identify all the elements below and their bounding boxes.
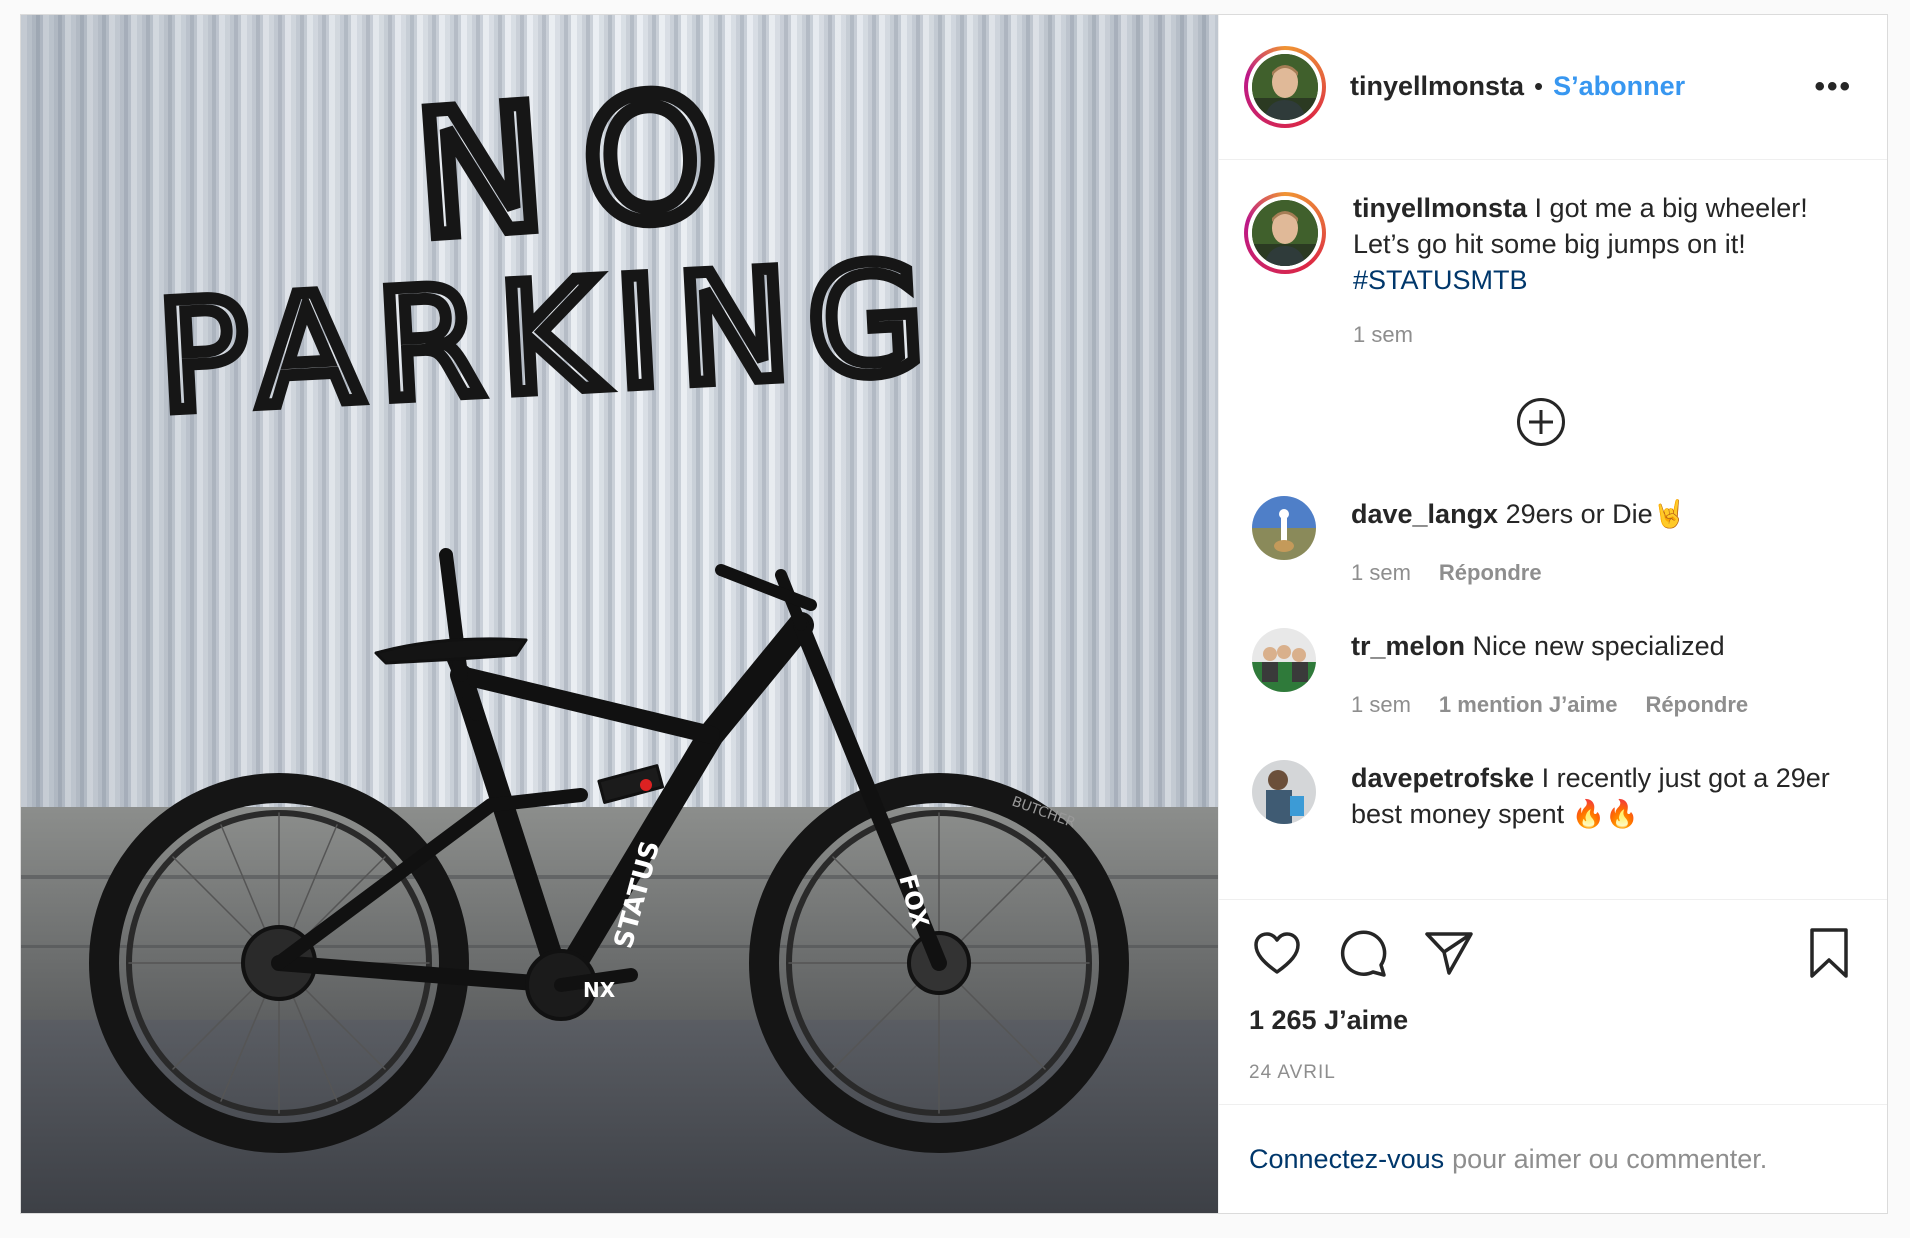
login-prompt: Connectez-vous pour aimer ou commenter. — [1219, 1104, 1887, 1213]
crank-brand-text: NX — [583, 978, 616, 1002]
comment-username[interactable]: davepetrofske — [1351, 763, 1534, 793]
post-header: tinyellmonsta • S’abonner ••• — [1219, 15, 1887, 160]
commenter-avatar[interactable] — [1252, 759, 1316, 824]
instagram-post: NO PARKING STATUS NX FOX BUTCHER tinyell… — [20, 14, 1888, 1214]
caption-username[interactable]: tinyellmonsta — [1353, 193, 1527, 223]
comment-username[interactable]: tr_melon — [1351, 631, 1465, 661]
caption-time[interactable]: 1 sem — [1353, 322, 1413, 348]
comment-time[interactable]: 1 sem — [1351, 560, 1411, 586]
post-photo[interactable]: NO PARKING STATUS NX FOX BUTCHER — [21, 15, 1218, 1213]
post-actions: 1 265 J’aime 24 AVRIL — [1219, 899, 1887, 1104]
comment-username[interactable]: dave_langx — [1351, 499, 1498, 529]
post-caption: tinyellmonsta I got me a big wheeler! Le… — [1244, 190, 1857, 348]
avatar-photo — [1252, 199, 1318, 266]
commenter-avatar[interactable] — [1252, 627, 1316, 692]
comment-item: tr_melon Nice new specialized 1 sem 1 me… — [1244, 627, 1857, 718]
likes-count[interactable]: 1 265 J’aime — [1249, 1005, 1857, 1036]
author-avatar[interactable] — [1244, 45, 1326, 128]
comment-likes[interactable]: 1 mention J’aime — [1439, 692, 1618, 718]
share-icon[interactable] — [1421, 925, 1477, 981]
comment-item: dave_langx 29ers or Die🤘 1 sem Répondre — [1244, 495, 1857, 586]
bookmark-icon[interactable] — [1801, 925, 1857, 981]
comment-text: Nice new specialized — [1465, 630, 1725, 661]
comment-icon[interactable] — [1335, 925, 1391, 981]
plus-circle-icon[interactable] — [1516, 397, 1565, 446]
comment-time[interactable]: 1 sem — [1351, 692, 1411, 718]
avatar-photo — [1252, 53, 1318, 120]
login-link[interactable]: Connectez-vous — [1249, 1144, 1444, 1175]
comments-list[interactable]: tinyellmonsta I got me a big wheeler! Le… — [1219, 160, 1887, 900]
caption-avatar[interactable] — [1244, 191, 1326, 274]
reply-button[interactable]: Répondre — [1439, 560, 1542, 586]
login-prompt-text: pour aimer ou commenter. — [1452, 1143, 1768, 1174]
comment-text: 29ers or Die🤘 — [1498, 498, 1687, 529]
list-clip — [1219, 889, 1887, 900]
load-more-comments[interactable] — [1244, 397, 1857, 446]
caption-text: tinyellmonsta I got me a big wheeler! Le… — [1353, 190, 1853, 298]
heart-icon[interactable] — [1249, 925, 1305, 981]
photo-canvas: NO PARKING STATUS NX FOX BUTCHER — [21, 15, 1218, 1213]
post-date[interactable]: 24 AVRIL — [1249, 1062, 1857, 1084]
comment-item: davepetrofske I recently just got a 29er… — [1244, 759, 1857, 832]
more-options-icon[interactable]: ••• — [1814, 70, 1852, 104]
post-side-panel: tinyellmonsta • S’abonner ••• tinyellmon… — [1218, 15, 1887, 1213]
reply-button[interactable]: Répondre — [1645, 692, 1748, 718]
caption-hashtag[interactable]: #STATUSMTB — [1353, 265, 1528, 295]
follow-button[interactable]: S’abonner — [1553, 71, 1685, 102]
separator-dot: • — [1534, 71, 1544, 102]
commenter-avatar[interactable] — [1252, 495, 1316, 560]
author-username[interactable]: tinyellmonsta — [1350, 71, 1524, 102]
